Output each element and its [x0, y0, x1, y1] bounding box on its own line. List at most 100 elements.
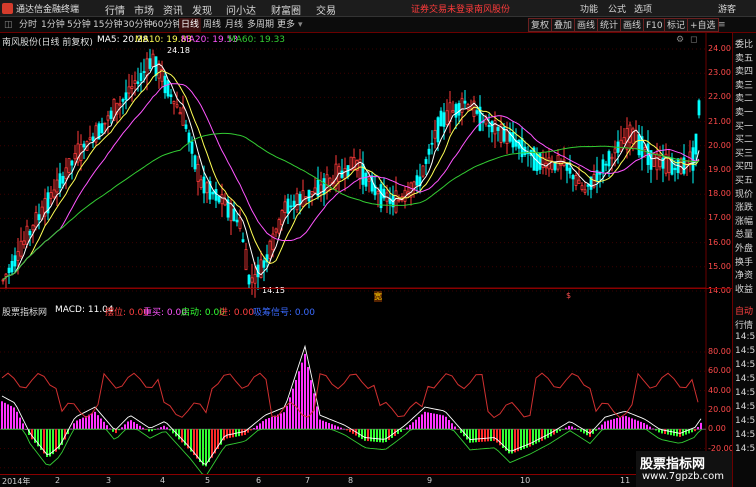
- high-price-label: 24.18: [167, 46, 190, 55]
- candle-body: [280, 210, 284, 225]
- candle-body: [25, 225, 29, 245]
- macd-hist-bar: [280, 413, 282, 430]
- candle-body: [436, 117, 440, 143]
- macd-hist-bar: [613, 418, 615, 430]
- menu-gongneng[interactable]: 功能: [580, 2, 598, 15]
- quote-field-label: 买五: [735, 176, 754, 186]
- macd-hist-bar: [253, 428, 255, 430]
- tab-period-fenshi[interactable]: 分时: [17, 18, 39, 32]
- macd-hist-bar: [667, 429, 669, 435]
- macd-hist-bar: [124, 424, 126, 430]
- candle-body: [136, 81, 140, 84]
- mark-button[interactable]: 标记: [664, 18, 689, 32]
- fuquan-button[interactable]: 复权: [528, 18, 553, 32]
- macd-hist-bar: [370, 429, 372, 442]
- menu-jiaoyi[interactable]: 交易: [316, 2, 336, 17]
- draw-button[interactable]: 画线: [574, 18, 599, 32]
- macd-hist-bar: [349, 429, 351, 433]
- tab-period-multi[interactable]: 多周期: [245, 18, 276, 32]
- macd-hist-bar: [574, 428, 576, 430]
- macd-hist-bar: [166, 427, 168, 430]
- macd-hist-bar: [331, 424, 333, 430]
- candle-body: [202, 176, 206, 194]
- macd-hist-bar: [652, 428, 654, 430]
- hamburger-icon[interactable]: ≡: [716, 18, 728, 32]
- candle-body: [433, 129, 437, 139]
- menu-caifuquan[interactable]: 财富圈: [271, 2, 301, 17]
- macd-hist-bar: [121, 427, 123, 430]
- tab-period-week[interactable]: 周线: [201, 18, 223, 32]
- add-favorite-button[interactable]: +自选: [687, 18, 719, 32]
- menu-zixun[interactable]: 资讯: [163, 2, 183, 17]
- stats-button[interactable]: 统计: [597, 18, 622, 32]
- macd-hist-bar: [619, 417, 621, 430]
- macd-hist-bar: [295, 379, 297, 430]
- candle-body: [298, 193, 302, 205]
- tab-period-15min[interactable]: 15分钟: [91, 18, 124, 32]
- candle-body: [277, 219, 281, 234]
- menu-xuanxiang[interactable]: 选项: [634, 2, 652, 15]
- menu-hangqing[interactable]: 行情: [105, 2, 125, 17]
- tab-period-5min[interactable]: 5分钟: [65, 18, 93, 32]
- candle-body: [61, 175, 65, 184]
- macd-hist-bar: [46, 429, 48, 457]
- macd-hist-bar: [439, 414, 441, 430]
- stock-link[interactable]: 南风股份: [474, 2, 510, 15]
- tab-period-more[interactable]: 更多: [275, 18, 297, 32]
- candle-body: [262, 260, 266, 268]
- candle-body: [619, 139, 623, 152]
- candle-body: [565, 163, 569, 171]
- menu-youke[interactable]: 游客: [718, 2, 736, 15]
- macd-hist-bar: [76, 420, 78, 430]
- candle-body: [19, 240, 23, 257]
- candle-body: [70, 160, 74, 166]
- macd-hist-bar: [94, 411, 96, 430]
- menu-gongshi[interactable]: 公式: [608, 2, 626, 15]
- price-tick-label: 15.00: [708, 261, 731, 271]
- candle-body: [652, 153, 656, 168]
- panel-toggle-icon[interactable]: ◫: [2, 18, 15, 32]
- macd-hist-bar: [538, 429, 540, 443]
- f10-button[interactable]: F10: [643, 18, 666, 32]
- trade-login-alert[interactable]: 证券交易未登录: [411, 2, 474, 15]
- overlay-button[interactable]: 叠加: [551, 18, 576, 32]
- tab-period-month[interactable]: 月线: [223, 18, 245, 32]
- candle-body: [109, 110, 113, 119]
- macd-hist-bar: [475, 429, 477, 443]
- candle-body: [181, 107, 185, 126]
- menu-shichang[interactable]: 市场: [134, 2, 154, 17]
- quote-field-label: 卖一: [735, 108, 754, 118]
- draw-line-button[interactable]: 画线: [620, 18, 645, 32]
- macd-hist-bar: [196, 429, 198, 459]
- app-logo-icon: [2, 3, 13, 14]
- macd-hist-bar: [547, 429, 549, 438]
- menu-faxian[interactable]: 发现: [192, 2, 212, 17]
- macd-hist-bar: [382, 429, 384, 443]
- tab-period-1min[interactable]: 1分钟: [39, 18, 67, 32]
- chevron-down-icon[interactable]: ▾: [296, 18, 305, 32]
- candle-body: [655, 153, 659, 171]
- macd-hist-bar: [622, 416, 624, 430]
- quote-field-label: 买四: [735, 162, 754, 173]
- date-tick-label: 7: [305, 476, 311, 485]
- candle-body: [442, 112, 446, 127]
- macd-hist-bar: [25, 429, 27, 430]
- date-tick-label: 8: [348, 476, 354, 485]
- indicator-name[interactable]: 股票指标网: [2, 305, 47, 318]
- candle-body: [367, 178, 371, 182]
- menu-wenxiaoda[interactable]: 问小达: [226, 2, 256, 17]
- date-tick-label: 5: [205, 476, 211, 485]
- candle-body: [58, 173, 62, 188]
- event-mark-2[interactable]: $: [566, 291, 571, 300]
- candle-body: [130, 85, 134, 89]
- candle-body: [184, 124, 188, 129]
- lower-line: [2, 428, 703, 474]
- tab-period-day[interactable]: 日线: [179, 18, 202, 32]
- macd-hist-bar: [79, 419, 81, 430]
- macd-hist-bar: [466, 429, 468, 440]
- candle-body: [55, 179, 59, 193]
- candle-body: [244, 249, 248, 271]
- kline-chart[interactable]: [0, 33, 732, 474]
- event-mark[interactable]: 宽: [374, 291, 382, 302]
- macd-hist-bar: [487, 429, 489, 442]
